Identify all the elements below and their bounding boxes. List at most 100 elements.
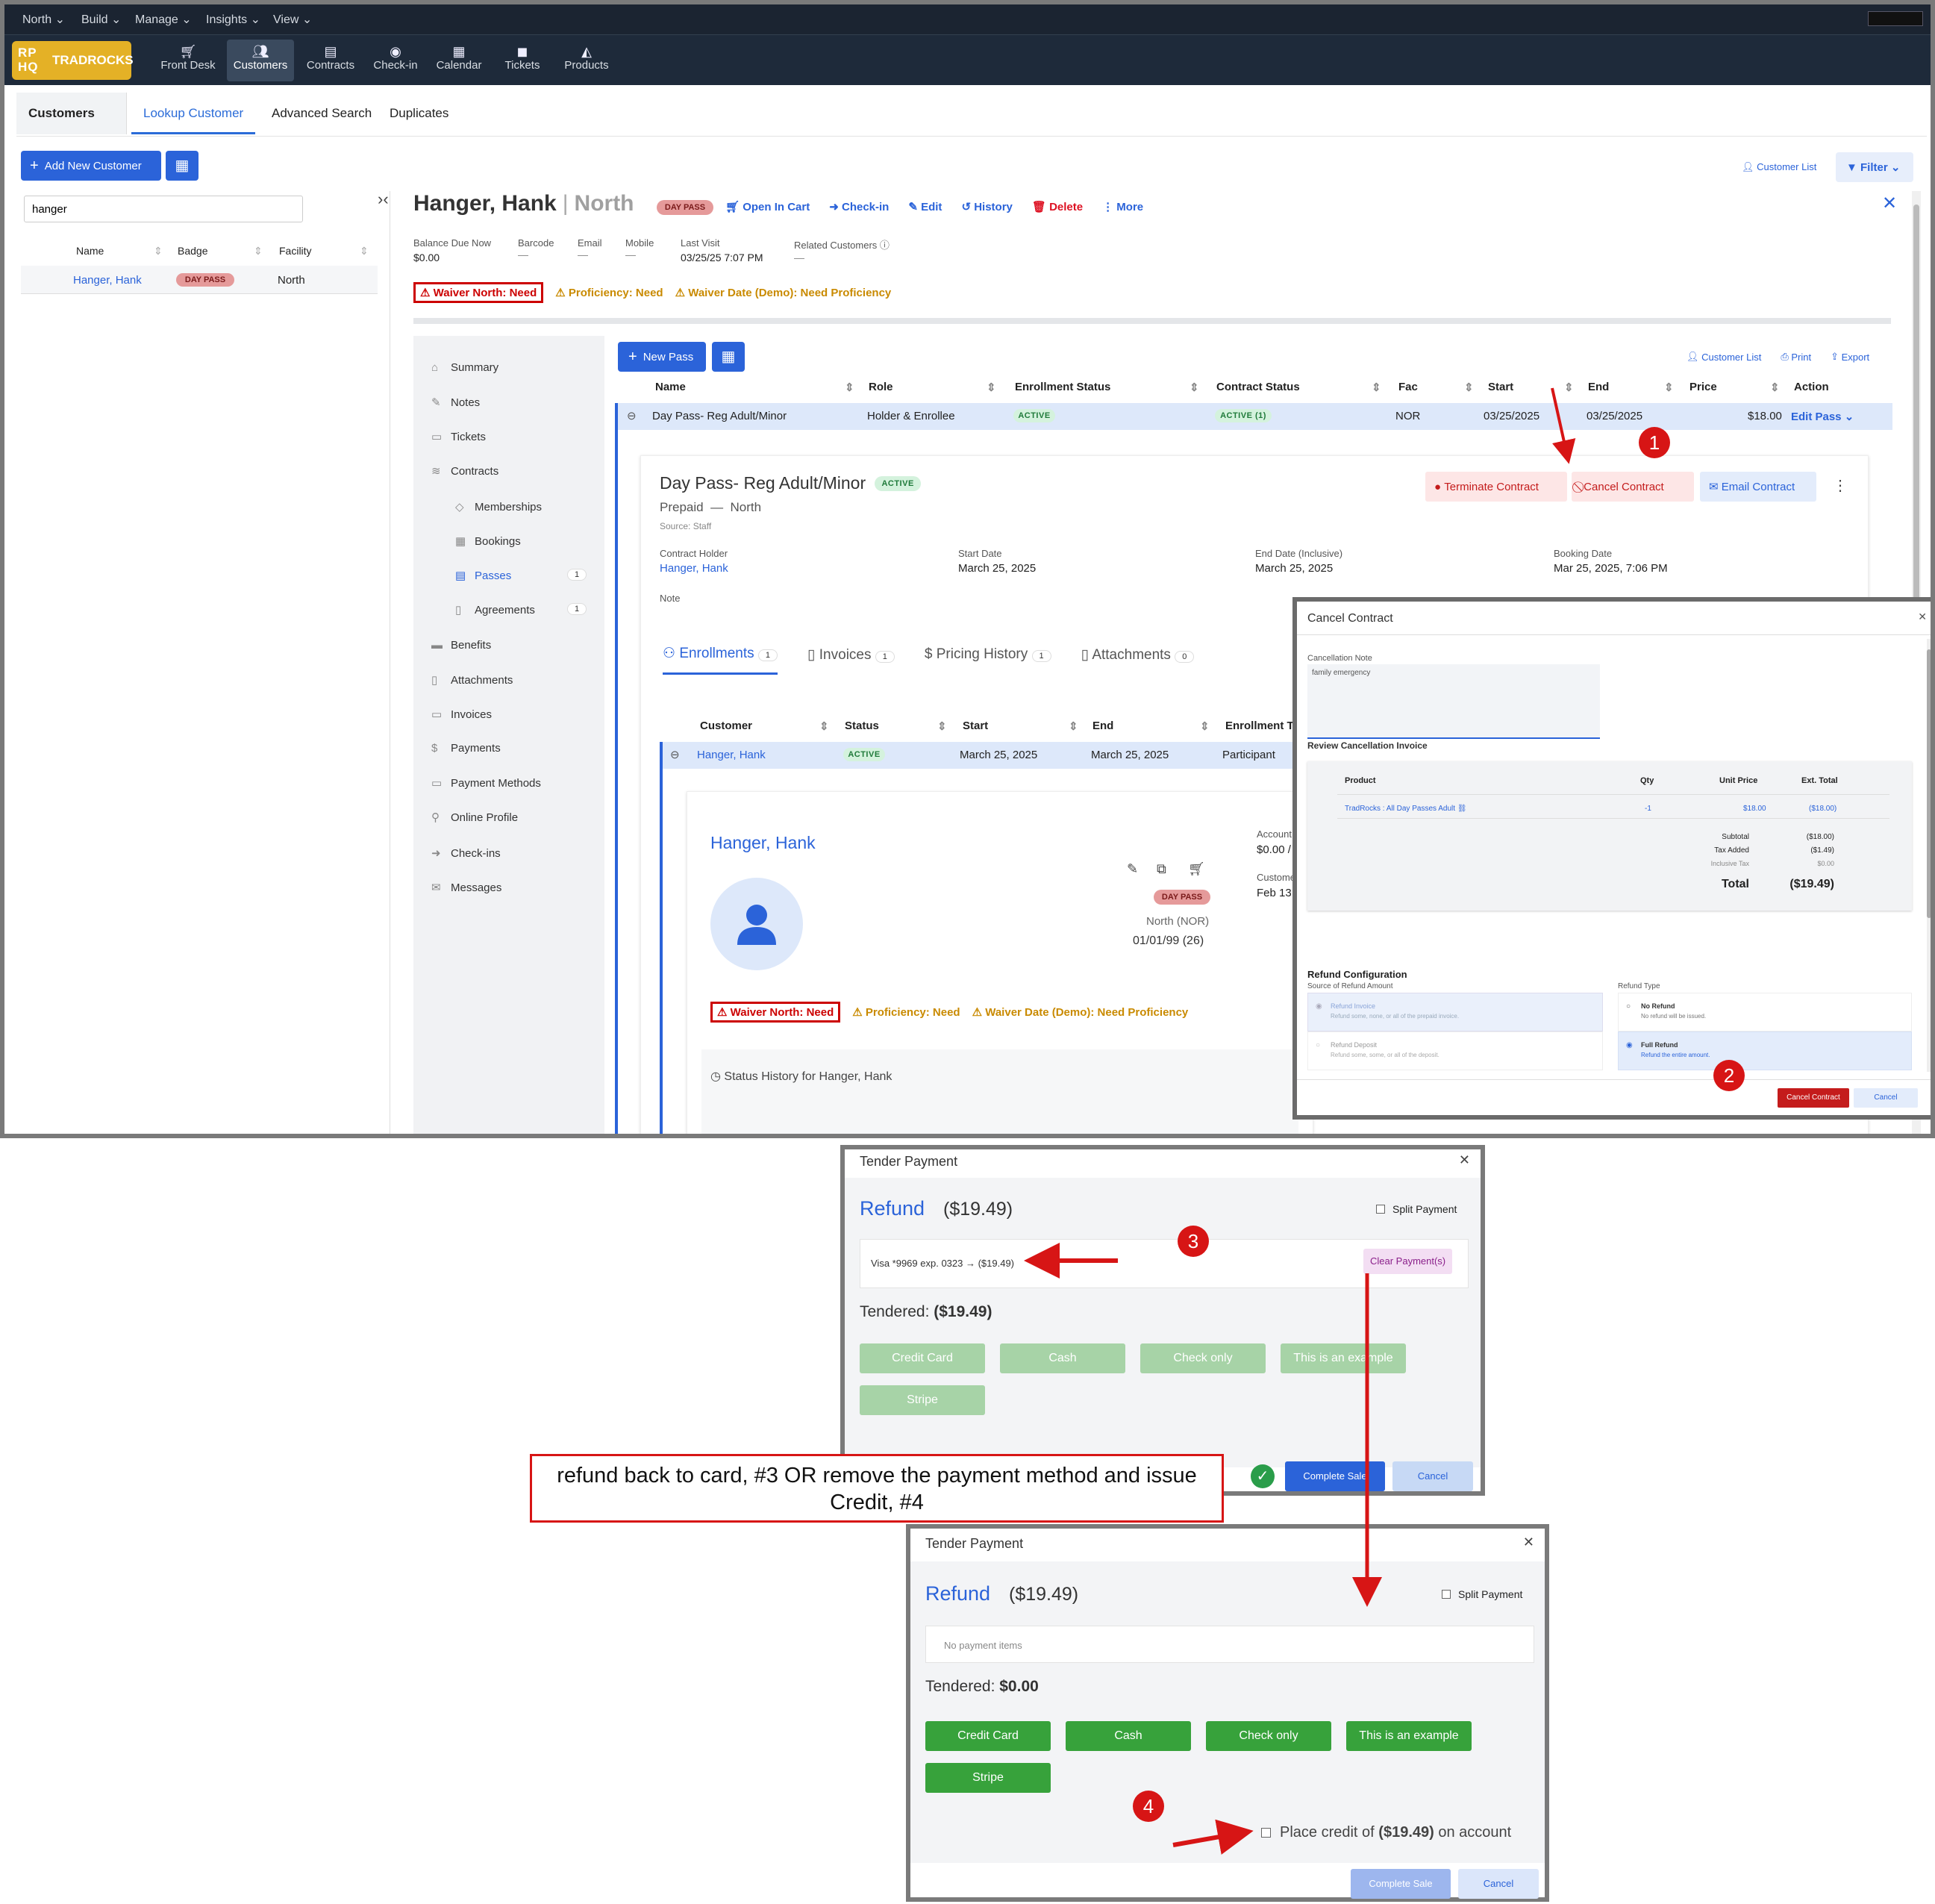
sort-icon[interactable]: ⇕ xyxy=(360,245,369,257)
check-in-button[interactable]: Check-in xyxy=(842,201,889,213)
nav-products[interactable]: ◭ Products xyxy=(555,40,618,81)
logo[interactable]: RP HQ TRADROCKS xyxy=(12,41,134,80)
credit-card-button[interactable]: Credit Card xyxy=(860,1343,985,1373)
enrollee-name[interactable]: Hanger, Hank xyxy=(710,833,816,853)
scrollbar[interactable] xyxy=(1927,639,1931,1072)
menu-insights[interactable]: Insights ⌄ xyxy=(206,12,260,27)
cancellation-note-input[interactable]: family emergency xyxy=(1307,664,1600,739)
open-in-cart-button[interactable]: Open In Cart xyxy=(743,201,810,213)
waiver-date-alert[interactable]: ⚠ Waiver Date (Demo): Need Proficiency xyxy=(972,1005,1189,1019)
nav-tickets[interactable]: ◼ Tickets xyxy=(494,40,551,81)
export-link[interactable]: Export xyxy=(1842,352,1870,363)
col-contract-status[interactable]: Contract Status xyxy=(1216,381,1300,393)
more-vertical-icon[interactable]: ⋮ xyxy=(1833,476,1848,495)
radio-icon[interactable]: ○ xyxy=(1316,1041,1320,1049)
col-fac[interactable]: Fac xyxy=(1398,381,1418,393)
check-only-button[interactable]: Check only xyxy=(1140,1343,1266,1373)
modal-cancel-button[interactable]: Cancel xyxy=(1854,1088,1918,1108)
check-only-button[interactable]: Check only xyxy=(1206,1721,1331,1751)
col-enrollment-type[interactable]: Enrollment Ty xyxy=(1225,720,1299,732)
proficiency-alert[interactable]: ⚠ Proficiency: Need xyxy=(852,1005,960,1019)
menu-view[interactable]: View ⌄ xyxy=(273,12,312,27)
external-link-icon[interactable]: ⧉ xyxy=(1157,861,1166,877)
close-icon[interactable]: ✕ xyxy=(1882,193,1897,214)
col-start[interactable]: Start xyxy=(963,720,988,732)
tab-advanced-search[interactable]: Advanced Search xyxy=(260,93,384,134)
collapse-icon[interactable]: ›‹ xyxy=(378,190,389,209)
table-row[interactable]: ⊖ Day Pass- Reg Adult/Minor Holder & Enr… xyxy=(615,403,1892,430)
example-payment-button[interactable]: This is an example xyxy=(1281,1343,1406,1373)
menu-build[interactable]: Build ⌄ xyxy=(81,12,121,27)
radio-icon[interactable]: ◉ xyxy=(1316,1002,1322,1011)
customer-list-link[interactable]: Customer List xyxy=(1701,352,1761,363)
split-payment-checkbox[interactable]: Split Payment xyxy=(1376,1203,1457,1215)
sidebar-item-messages[interactable]: ✉ Messages xyxy=(431,881,501,894)
radio-icon[interactable]: ◉ xyxy=(1626,1041,1633,1049)
sidebar-item-attachments[interactable]: ▯ Attachments xyxy=(431,673,513,687)
more-button[interactable]: More xyxy=(1116,201,1143,213)
sidebar-item-invoices[interactable]: ▭ Invoices xyxy=(431,708,492,721)
nav-customers[interactable]: 👥︎ Customers xyxy=(227,40,294,81)
col-start[interactable]: Start xyxy=(1488,381,1513,393)
sidebar-item-bookings[interactable]: ▦ Bookings xyxy=(455,534,521,548)
refund-source-option[interactable]: ○ Refund Deposit Refund some, some, or a… xyxy=(1307,1031,1603,1070)
sidebar-item-payments[interactable]: $ Payments xyxy=(431,742,501,755)
sort-icon[interactable]: ⇕ xyxy=(254,245,263,257)
split-payment-checkbox[interactable]: Split Payment xyxy=(1442,1588,1522,1600)
delete-button[interactable]: Delete xyxy=(1049,201,1083,213)
cash-button[interactable]: Cash xyxy=(1066,1721,1191,1751)
product-link[interactable]: TradRocks : All Day Passes Adult ⛓︎ xyxy=(1345,805,1467,813)
sidebar-item-passes[interactable]: ▤ Passes 1 xyxy=(455,569,587,582)
edit-pass-button[interactable]: Edit Pass ⌄ xyxy=(1791,410,1854,423)
col-status[interactable]: Status xyxy=(845,720,879,732)
new-pass-button[interactable]: + New Pass xyxy=(618,342,706,372)
credit-card-button[interactable]: Credit Card xyxy=(925,1721,1051,1751)
grid-icon[interactable]: ▦ xyxy=(712,342,745,372)
sidebar-item-tickets[interactable]: ▭ Tickets xyxy=(431,430,486,443)
close-icon[interactable]: ✕ xyxy=(1459,1152,1470,1168)
table-row[interactable]: Hanger, Hank DAY PASS North xyxy=(21,266,378,294)
enrollee-link[interactable]: Hanger, Hank xyxy=(697,749,766,761)
sidebar-item-agreements[interactable]: ▯ Agreements 1 xyxy=(455,603,587,617)
tab-invoices[interactable]: ▯ Invoices 1 xyxy=(807,646,895,674)
waiver-alert[interactable]: ⚠ Waiver North: Need xyxy=(710,1002,841,1023)
sidebar-item-online-profile[interactable]: ⚲ Online Profile xyxy=(431,811,518,824)
col-enrollment-status[interactable]: Enrollment Status xyxy=(1015,381,1110,393)
col-price[interactable]: Price xyxy=(1689,381,1717,393)
sidebar-item-contracts[interactable]: ≋ Contracts xyxy=(431,464,498,478)
email-contract-button[interactable]: ✉ Email Contract xyxy=(1700,472,1816,502)
checkbox-icon[interactable] xyxy=(1261,1828,1271,1838)
nav-front-desk[interactable]: 🛒︎ Front Desk xyxy=(154,40,222,81)
sidebar-item-notes[interactable]: ✎ Notes xyxy=(431,396,480,409)
col-name[interactable]: Name xyxy=(76,245,104,257)
table-row[interactable]: ⊖ Hanger, Hank ACTIVE March 25, 2025 Mar… xyxy=(660,742,1301,769)
sidebar-item-memberships[interactable]: ◇ Memberships xyxy=(455,500,542,514)
waiver-date-alert[interactable]: ⚠ Waiver Date (Demo): Need Proficiency xyxy=(675,286,892,299)
edit-button[interactable]: Edit xyxy=(921,201,942,213)
tab-customers[interactable]: Customers xyxy=(16,93,127,134)
sidebar-item-payment-methods[interactable]: ▭ Payment Methods xyxy=(431,776,541,790)
cart-icon[interactable]: 🛒︎ xyxy=(1188,861,1205,877)
collapse-row-icon[interactable]: ⊖ xyxy=(670,748,680,761)
col-action[interactable]: Action xyxy=(1794,381,1829,393)
refund-type-option[interactable]: ○ No Refund No refund will be issued. xyxy=(1618,993,1912,1031)
filter-button[interactable]: ▼ Filter ⌄ xyxy=(1836,152,1913,182)
sidebar-item-check-ins[interactable]: ➜ Check-ins xyxy=(431,846,501,860)
sidebar-item-benefits[interactable]: ▬ Benefits xyxy=(431,639,491,652)
tab-attachments[interactable]: ▯ Attachments 0 xyxy=(1081,646,1195,674)
complete-sale-button[interactable]: Complete Sale xyxy=(1285,1461,1385,1491)
radio-icon[interactable]: ○ xyxy=(1626,1002,1631,1011)
customer-search-input[interactable] xyxy=(24,196,303,222)
tab-lookup-customer[interactable]: Lookup Customer xyxy=(131,93,256,134)
col-facility[interactable]: Facility xyxy=(279,245,312,257)
close-icon[interactable]: ✕ xyxy=(1523,1535,1534,1550)
sort-icon[interactable]: ⇕ xyxy=(154,245,163,257)
complete-sale-button[interactable]: Complete Sale xyxy=(1351,1869,1451,1899)
close-icon[interactable]: ✕ xyxy=(1918,611,1927,623)
cancel-button[interactable]: Cancel xyxy=(1458,1869,1539,1899)
cash-button[interactable]: Cash xyxy=(1000,1343,1125,1373)
stripe-button[interactable]: Stripe xyxy=(925,1763,1051,1793)
col-end[interactable]: End xyxy=(1092,720,1113,732)
sidebar-item-summary[interactable]: ⌂ Summary xyxy=(431,361,498,374)
grid-icon[interactable]: ▦ xyxy=(166,151,198,181)
